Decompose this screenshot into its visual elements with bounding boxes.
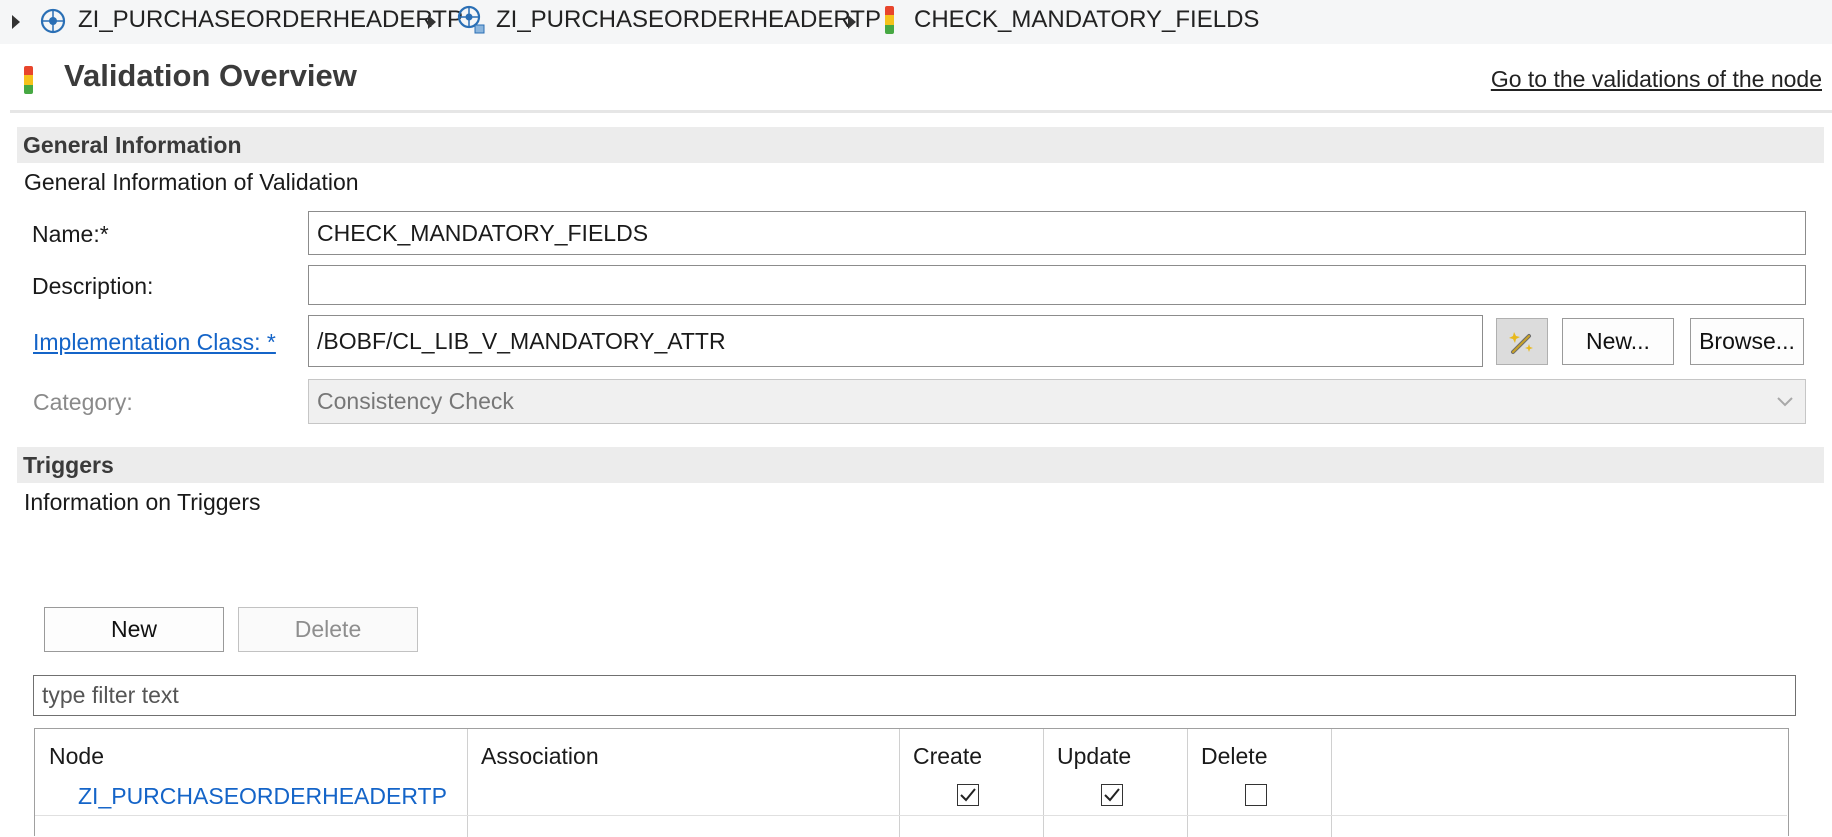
section-description: General Information of Validation: [24, 169, 359, 195]
triggers-section[interactable]: Triggers: [17, 447, 1824, 483]
update-checkbox[interactable]: [1101, 784, 1123, 806]
column-header-delete[interactable]: Delete: [1201, 743, 1267, 770]
general-information-section[interactable]: General Information: [17, 127, 1824, 163]
triggers-table: Node Association Create Update Delete ZI…: [34, 728, 1789, 837]
breadcrumb-item-validation[interactable]: CHECK_MANDATORY_FIELDS: [914, 6, 1259, 34]
page-title: Validation Overview: [64, 58, 357, 93]
column-header-association[interactable]: Association: [481, 743, 599, 770]
new-class-button[interactable]: New...: [1562, 318, 1674, 365]
column-header-node[interactable]: Node: [49, 743, 104, 770]
description-field[interactable]: [308, 265, 1806, 305]
category-value: Consistency Check: [317, 388, 514, 414]
breadcrumb: ZI_PURCHASEORDERHEADERTP ZI_PURCHASEORDE…: [0, 0, 1832, 44]
breadcrumb-arrow-icon[interactable]: [428, 15, 436, 29]
section-title: General Information: [23, 132, 242, 158]
table-row-node-link[interactable]: ZI_PURCHASEORDERHEADERTP: [78, 783, 447, 810]
wand-icon: [1509, 331, 1533, 354]
section-title: Triggers: [23, 452, 114, 478]
delete-checkbox[interactable]: [1245, 784, 1267, 806]
section-description: Information on Triggers: [24, 489, 261, 515]
breadcrumb-arrow-icon[interactable]: [848, 15, 856, 29]
node-icon: [457, 5, 485, 34]
column-header-update[interactable]: Update: [1057, 743, 1131, 770]
column-header-create[interactable]: Create: [913, 743, 982, 770]
category-label: Category:: [33, 389, 133, 415]
create-checkbox[interactable]: [957, 784, 979, 806]
category-select[interactable]: Consistency Check: [308, 379, 1806, 424]
implementation-class-field[interactable]: /BOBF/CL_LIB_V_MANDATORY_ATTR: [308, 315, 1483, 367]
check-icon: [1104, 788, 1120, 802]
filter-placeholder: type filter text: [42, 682, 179, 708]
breadcrumb-item-node[interactable]: ZI_PURCHASEORDERHEADERTP: [496, 6, 881, 34]
name-label: Name:*: [32, 221, 109, 247]
generate-class-button[interactable]: [1496, 318, 1548, 365]
breadcrumb-arrow-icon[interactable]: [12, 15, 20, 29]
table-row-divider: [35, 815, 1787, 816]
chevron-down-icon[interactable]: [1775, 393, 1795, 409]
implementation-class-link[interactable]: Implementation Class: *: [33, 329, 276, 356]
new-trigger-button[interactable]: New: [44, 607, 224, 652]
browse-class-button[interactable]: Browse...: [1690, 318, 1804, 365]
name-field[interactable]: CHECK_MANDATORY_FIELDS: [308, 211, 1806, 255]
trigger-filter-input[interactable]: type filter text: [33, 675, 1796, 716]
delete-trigger-button[interactable]: Delete: [238, 607, 418, 652]
description-label: Description:: [32, 273, 154, 299]
breadcrumb-item-bo[interactable]: ZI_PURCHASEORDERHEADERTP: [78, 6, 463, 34]
implementation-class-value: /BOBF/CL_LIB_V_MANDATORY_ATTR: [317, 327, 726, 354]
validation-icon: [885, 6, 894, 34]
header-divider: [10, 110, 1832, 113]
name-value: CHECK_MANDATORY_FIELDS: [317, 219, 649, 246]
validation-icon: [24, 66, 33, 94]
goto-validations-link[interactable]: Go to the validations of the node: [1491, 66, 1822, 93]
business-object-icon: [40, 8, 66, 34]
check-icon: [960, 788, 976, 802]
